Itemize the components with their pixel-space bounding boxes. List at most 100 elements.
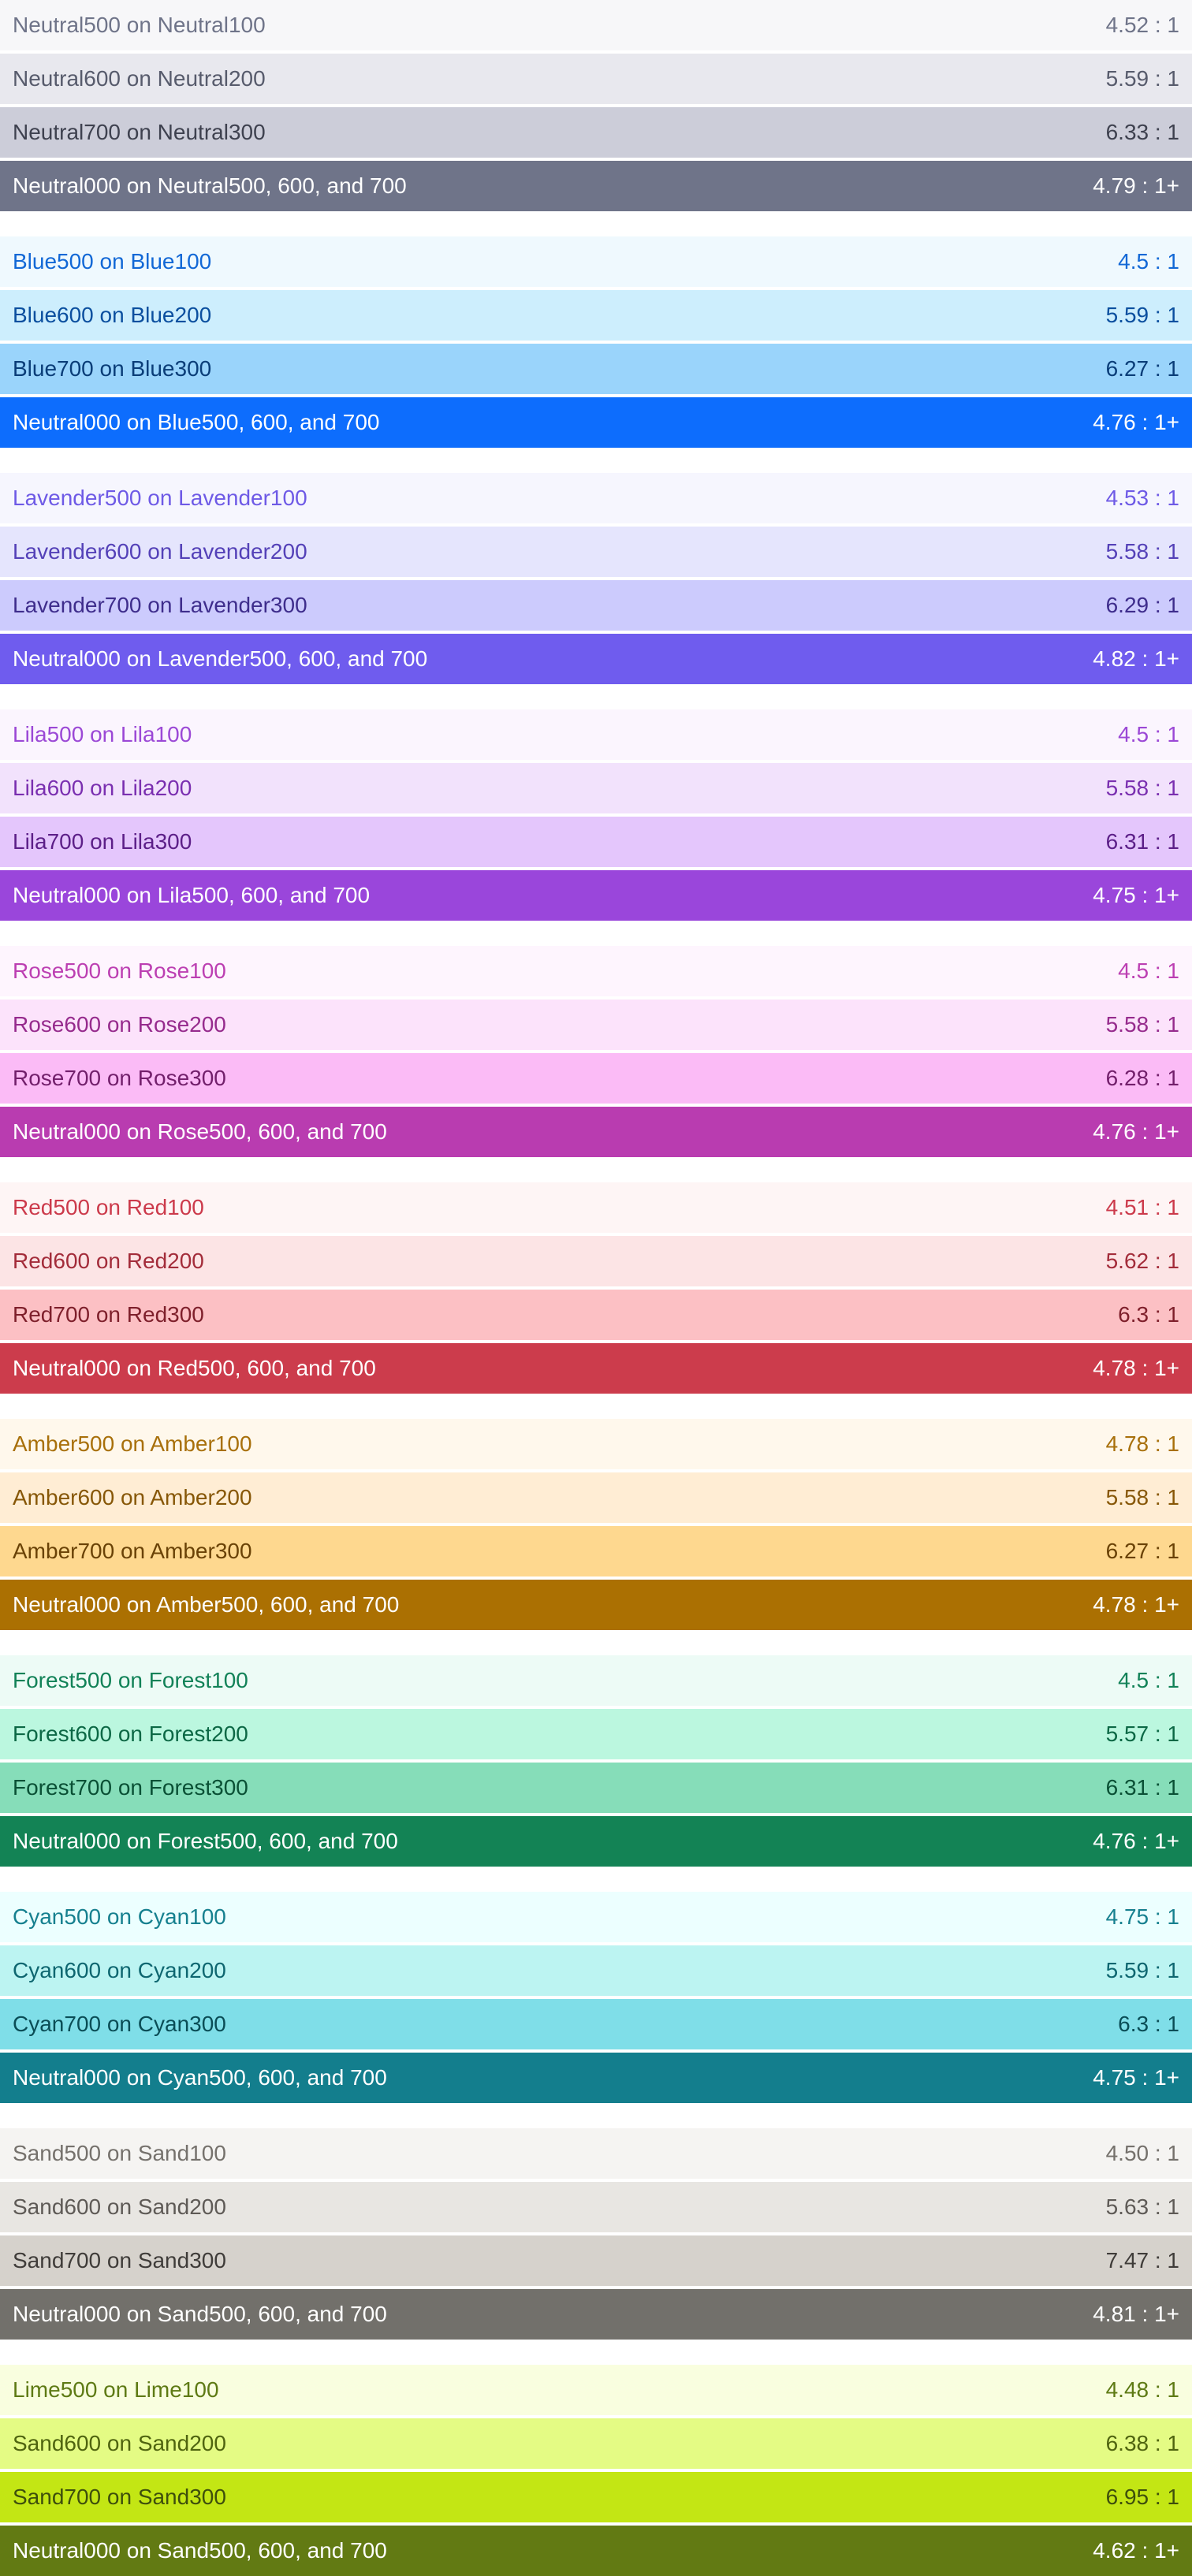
contrast-row: Rose600 on Rose200 5.58 : 1: [0, 1000, 1192, 1050]
contrast-pair-label: Red600 on Red200: [13, 1249, 204, 1273]
contrast-ratio-value: 5.59 : 1: [1105, 66, 1179, 91]
contrast-ratio-value: 4.78 : 1+: [1093, 1592, 1179, 1617]
contrast-pair-label: Rose700 on Rose300: [13, 1066, 226, 1090]
contrast-row: Sand700 on Sand300 6.95 : 1: [0, 2472, 1192, 2522]
contrast-ratio-value: 4.5 : 1: [1118, 1668, 1179, 1692]
contrast-ratio-value: 5.59 : 1: [1105, 1958, 1179, 1982]
contrast-row: Lila700 on Lila300 6.31 : 1: [0, 817, 1192, 867]
contrast-row: Sand500 on Sand100 4.50 : 1: [0, 2128, 1192, 2179]
contrast-pair-label: Cyan700 on Cyan300: [13, 2012, 226, 2036]
contrast-row: Cyan700 on Cyan300 6.3 : 1: [0, 1999, 1192, 2049]
contrast-row: Neutral000 on Cyan500, 600, and 700 4.75 …: [0, 2053, 1192, 2103]
contrast-pair-label: Blue500 on Blue100: [13, 249, 212, 274]
contrast-pair-label: Red700 on Red300: [13, 1302, 204, 1327]
contrast-pair-label: Neutral000 on Sand500, 600, and 700: [13, 2538, 387, 2563]
contrast-pair-label: Lila700 on Lila300: [13, 829, 192, 854]
contrast-ratio-value: 5.58 : 1: [1105, 539, 1179, 564]
contrast-ratio-value: 4.53 : 1: [1105, 486, 1179, 510]
contrast-row: Neutral000 on Lila500, 600, and 700 4.75 …: [0, 870, 1192, 921]
contrast-pair-label: Forest500 on Forest100: [13, 1668, 248, 1692]
contrast-row: Lila600 on Lila200 5.58 : 1: [0, 763, 1192, 813]
contrast-row: Neutral000 on Red500, 600, and 700 4.78 :…: [0, 1343, 1192, 1394]
contrast-pair-label: Rose500 on Rose100: [13, 959, 226, 983]
contrast-pair-label: Neutral600 on Neutral200: [13, 66, 266, 91]
contrast-ratio-value: 4.79 : 1+: [1093, 173, 1179, 198]
contrast-row: Neutral500 on Neutral100 4.52 : 1: [0, 0, 1192, 50]
contrast-row: Rose500 on Rose100 4.5 : 1: [0, 946, 1192, 996]
contrast-ratio-value: 6.33 : 1: [1105, 120, 1179, 144]
contrast-row: Neutral000 on Blue500, 600, and 700 4.76 …: [0, 397, 1192, 448]
contrast-row: Neutral000 on Amber500, 600, and 700 4.78…: [0, 1580, 1192, 1630]
contrast-ratio-value: 6.3 : 1: [1118, 2012, 1179, 2036]
contrast-pair-label: Amber600 on Amber200: [13, 1485, 252, 1509]
contrast-row: Forest600 on Forest200 5.57 : 1: [0, 1709, 1192, 1759]
contrast-row: Forest700 on Forest300 6.31 : 1: [0, 1763, 1192, 1813]
contrast-ratio-value: 6.28 : 1: [1105, 1066, 1179, 1090]
contrast-row: Blue700 on Blue300 6.27 : 1: [0, 344, 1192, 394]
contrast-pair-label: Neutral000 on Cyan500, 600, and 700: [13, 2065, 387, 2090]
contrast-ratio-value: 6.31 : 1: [1105, 829, 1179, 854]
contrast-row: Cyan600 on Cyan200 5.59 : 1: [0, 1945, 1192, 1996]
contrast-pair-label: Sand700 on Sand300: [13, 2248, 226, 2273]
contrast-pair-label: Lavender600 on Lavender200: [13, 539, 307, 564]
contrast-ratio-value: 4.78 : 1: [1105, 1431, 1179, 1456]
contrast-pair-label: Amber700 on Amber300: [13, 1539, 252, 1563]
contrast-ratio-value: 4.75 : 1: [1105, 1904, 1179, 1929]
contrast-ratio-value: 4.5 : 1: [1118, 722, 1179, 746]
contrast-row: Forest500 on Forest100 4.5 : 1: [0, 1655, 1192, 1706]
contrast-row: Sand600 on Sand200 5.63 : 1: [0, 2182, 1192, 2232]
contrast-ratio-value: 4.52 : 1: [1105, 13, 1179, 37]
contrast-ratio-value: 4.48 : 1: [1105, 2377, 1179, 2402]
contrast-row: Neutral000 on Forest500, 600, and 700 4.7…: [0, 1816, 1192, 1867]
contrast-ratio-value: 5.58 : 1: [1105, 1485, 1179, 1509]
contrast-pair-label: Cyan600 on Cyan200: [13, 1958, 226, 1982]
contrast-ratio-value: 6.29 : 1: [1105, 593, 1179, 617]
contrast-ratio-value: 5.58 : 1: [1105, 776, 1179, 800]
contrast-pair-label: Neutral000 on Forest500, 600, and 700: [13, 1829, 398, 1853]
contrast-pair-label: Cyan500 on Cyan100: [13, 1904, 226, 1929]
contrast-pair-label: Neutral000 on Lila500, 600, and 700: [13, 883, 371, 907]
contrast-row: Neutral000 on Lavender500, 600, and 700 4…: [0, 634, 1192, 684]
contrast-ratio-value: 5.59 : 1: [1105, 303, 1179, 327]
color-group: Forest500 on Forest100 4.5 : 1 Forest600 o…: [0, 1655, 1192, 1867]
contrast-pair-label: Lavender500 on Lavender100: [13, 486, 307, 510]
color-group: Lavender500 on Lavender100 4.53 : 1 Lavend…: [0, 473, 1192, 684]
contrast-pair-label: Neutral000 on Blue500, 600, and 700: [13, 410, 380, 434]
contrast-pair-label: Sand600 on Sand200: [13, 2431, 226, 2455]
contrast-row: Rose700 on Rose300 6.28 : 1: [0, 1053, 1192, 1104]
contrast-pair-label: Neutral000 on Neutral500, 600, and 700: [13, 173, 407, 198]
contrast-row: Amber700 on Amber300 6.27 : 1: [0, 1526, 1192, 1576]
contrast-row: Neutral000 on Rose500, 600, and 700 4.76 …: [0, 1107, 1192, 1157]
color-group: Blue500 on Blue100 4.5 : 1 Blue600 on Blue…: [0, 236, 1192, 448]
contrast-ratio-value: 4.76 : 1+: [1093, 1119, 1179, 1144]
contrast-row: Red700 on Red300 6.3 : 1: [0, 1290, 1192, 1340]
contrast-row: Amber600 on Amber200 5.58 : 1: [0, 1472, 1192, 1523]
contrast-pair-label: Amber500 on Amber100: [13, 1431, 252, 1456]
contrast-pair-label: Lila500 on Lila100: [13, 722, 192, 746]
contrast-pair-label: Sand600 on Sand200: [13, 2194, 226, 2219]
contrast-row: Cyan500 on Cyan100 4.75 : 1: [0, 1892, 1192, 1942]
contrast-pair-label: Forest600 on Forest200: [13, 1722, 248, 1746]
contrast-row: Sand700 on Sand300 7.47 : 1: [0, 2235, 1192, 2286]
contrast-ratio-value: 5.58 : 1: [1105, 1012, 1179, 1037]
color-group: Amber500 on Amber100 4.78 : 1 Amber600 on …: [0, 1419, 1192, 1630]
contrast-ratio-value: 5.62 : 1: [1105, 1249, 1179, 1273]
contrast-row: Lavender600 on Lavender200 5.58 : 1: [0, 527, 1192, 577]
contrast-pair-label: Neutral000 on Red500, 600, and 700: [13, 1356, 376, 1380]
contrast-pair-label: Neutral700 on Neutral300: [13, 120, 266, 144]
contrast-pair-label: Neutral000 on Sand500, 600, and 700: [13, 2302, 387, 2326]
contrast-pair-label: Lavender700 on Lavender300: [13, 593, 307, 617]
contrast-pair-label: Neutral000 on Amber500, 600, and 700: [13, 1592, 400, 1617]
contrast-row: Red500 on Red100 4.51 : 1: [0, 1182, 1192, 1233]
contrast-ratio-value: 4.5 : 1: [1118, 249, 1179, 274]
contrast-ratio-value: 4.78 : 1+: [1093, 1356, 1179, 1380]
contrast-row: Neutral000 on Neutral500, 600, and 700 4.…: [0, 161, 1192, 211]
contrast-row: Lavender700 on Lavender300 6.29 : 1: [0, 580, 1192, 631]
color-group: Lila500 on Lila100 4.5 : 1 Lila600 on Lila…: [0, 709, 1192, 921]
contrast-ratio-value: 6.3 : 1: [1118, 1302, 1179, 1327]
contrast-pair-label: Sand700 on Sand300: [13, 2485, 226, 2509]
contrast-row: Lila500 on Lila100 4.5 : 1: [0, 709, 1192, 760]
contrast-pair-label: Rose600 on Rose200: [13, 1012, 226, 1037]
contrast-ratio-value: 4.76 : 1+: [1093, 410, 1179, 434]
contrast-palette-list: Neutral500 on Neutral100 4.52 : 1 Neutral6…: [0, 0, 1192, 2576]
